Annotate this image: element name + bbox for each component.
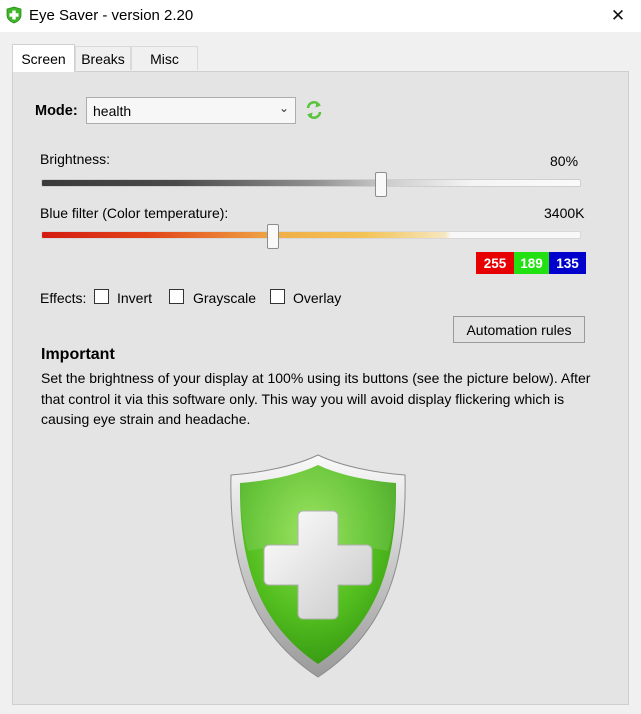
- screen-panel: Mode: health ⌄ Brightness: 80% Blue filt…: [12, 71, 629, 705]
- invert-label: Invert: [117, 290, 153, 306]
- title-bar: Eye Saver - version 2.20 ✕: [0, 0, 641, 32]
- blue-filter-slider-track[interactable]: [41, 231, 581, 239]
- brightness-label: Brightness:: [40, 151, 111, 167]
- important-heading: Important: [41, 346, 115, 363]
- rgb-green-value: 189: [514, 252, 549, 274]
- window-title: Eye Saver - version 2.20: [29, 7, 194, 24]
- close-icon: ✕: [610, 6, 626, 25]
- mode-label: Mode:: [35, 103, 78, 119]
- window-body: Screen Breaks Misc Mode: health ⌄ Bright…: [0, 32, 641, 714]
- refresh-icon[interactable]: [304, 99, 324, 121]
- mode-dropdown[interactable]: health ⌄: [86, 97, 296, 124]
- brightness-slider-thumb[interactable]: [375, 172, 388, 197]
- brightness-value: 80%: [550, 153, 579, 169]
- overlay-label: Overlay: [293, 290, 342, 306]
- blue-filter-slider-thumb[interactable]: [267, 224, 280, 249]
- app-shield-icon: [6, 6, 22, 24]
- close-button[interactable]: ✕: [595, 0, 641, 32]
- overlay-checkbox[interactable]: [270, 289, 285, 304]
- chevron-down-icon: ⌄: [278, 101, 289, 115]
- tab-misc[interactable]: Misc: [131, 46, 198, 70]
- shield-logo-icon: [230, 454, 406, 678]
- effects-label: Effects:: [40, 290, 87, 306]
- tab-label: Misc: [150, 50, 179, 67]
- blue-filter-label: Blue filter (Color temperature):: [40, 205, 229, 221]
- mode-selected-value: health: [93, 102, 132, 119]
- invert-checkbox[interactable]: [94, 289, 109, 304]
- rgb-red-value: 255: [476, 252, 514, 274]
- tab-label: Breaks: [81, 50, 125, 67]
- tab-screen[interactable]: Screen: [12, 44, 75, 72]
- grayscale-checkbox[interactable]: [169, 289, 184, 304]
- grayscale-label: Grayscale: [193, 290, 257, 306]
- important-text: Set the brightness of your display at 10…: [41, 370, 591, 427]
- brightness-slider-track[interactable]: [41, 179, 581, 187]
- tab-label: Screen: [21, 50, 66, 67]
- tab-breaks[interactable]: Breaks: [75, 46, 131, 70]
- automation-rules-button[interactable]: Automation rules: [453, 316, 585, 343]
- rgb-blue-value: 135: [549, 252, 586, 274]
- blue-filter-value: 3400K: [544, 205, 585, 221]
